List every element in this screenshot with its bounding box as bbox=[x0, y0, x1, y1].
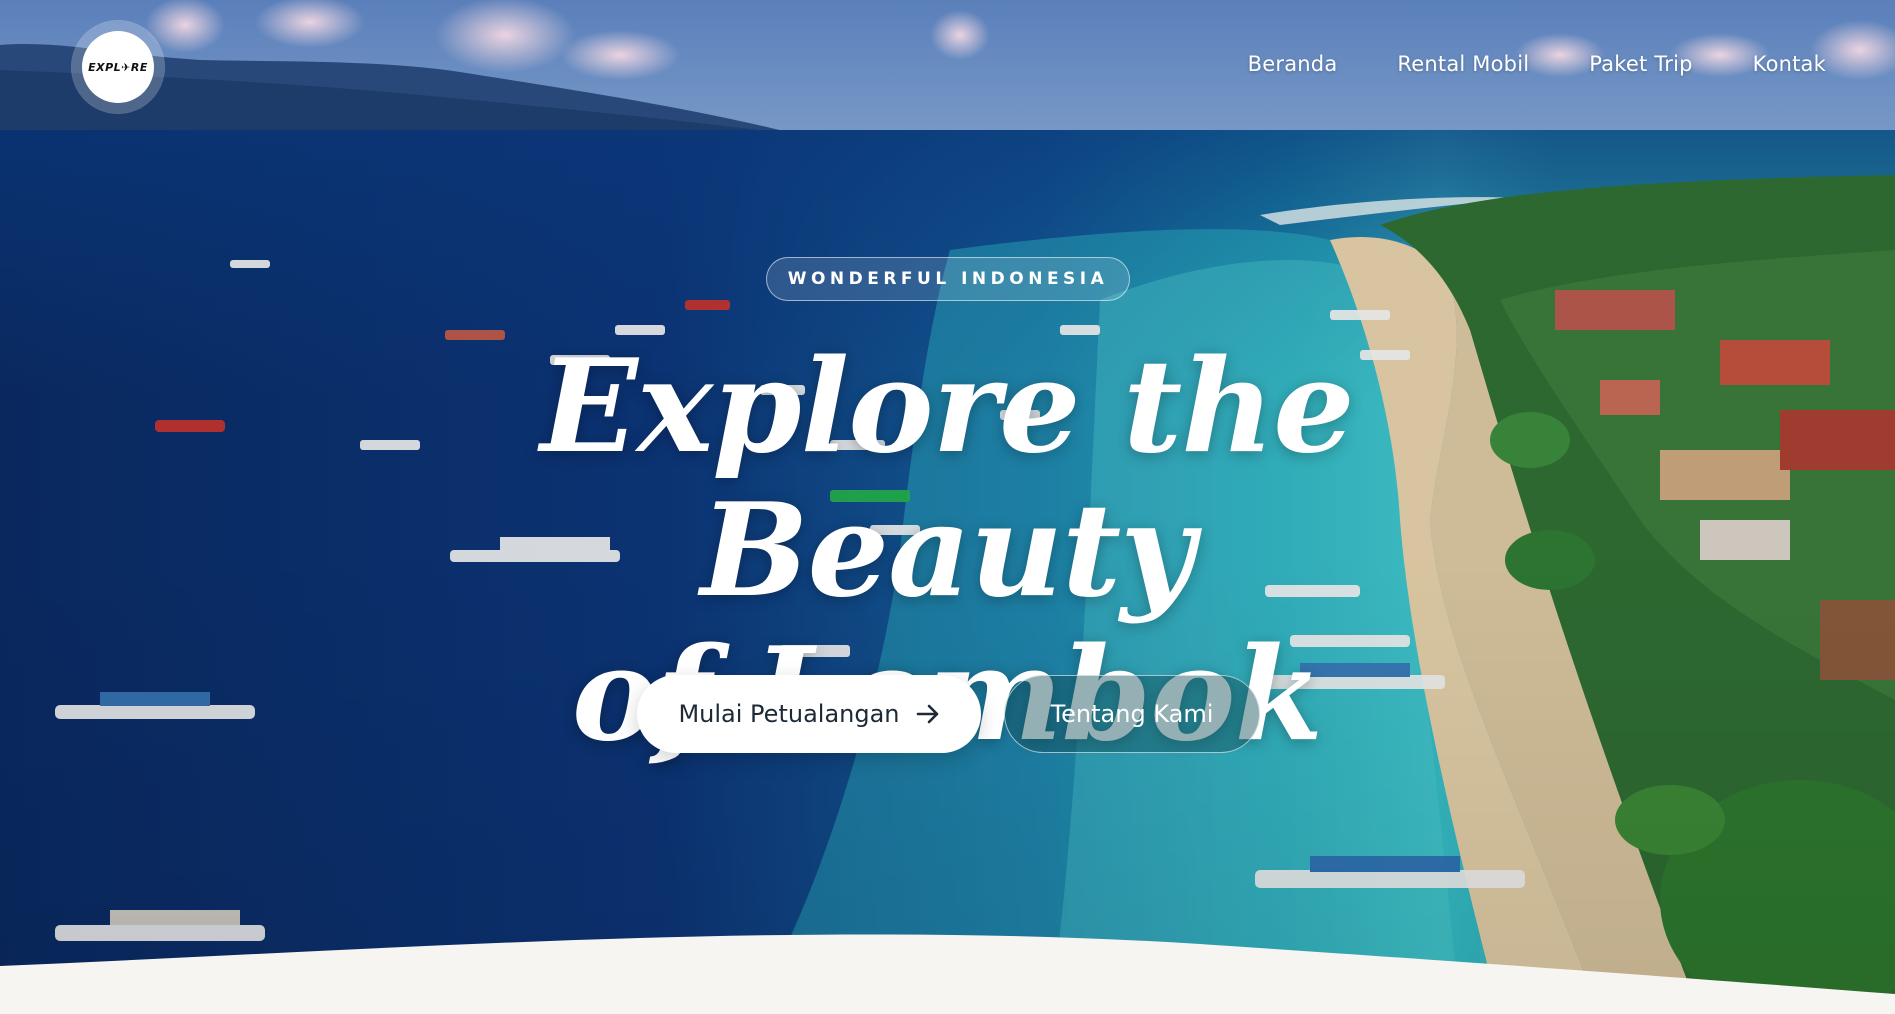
nav-link-rental-mobil[interactable]: Rental Mobil bbox=[1397, 52, 1529, 76]
hero-badge: WONDERFUL INDONESIA bbox=[766, 257, 1130, 301]
main-nav: Beranda Rental Mobil Paket Trip Kontak bbox=[1248, 52, 1826, 76]
start-adventure-label: Mulai Petualangan bbox=[678, 700, 900, 728]
logo-text: EXPL✈RE bbox=[88, 60, 148, 74]
nav-link-kontak[interactable]: Kontak bbox=[1753, 52, 1826, 76]
nav-link-paket-trip[interactable]: Paket Trip bbox=[1589, 52, 1692, 76]
arrow-right-icon bbox=[916, 704, 938, 724]
nav-link-beranda[interactable]: Beranda bbox=[1248, 52, 1338, 76]
start-adventure-button[interactable]: Mulai Petualangan bbox=[637, 675, 981, 753]
hero-wave-divider bbox=[0, 934, 1895, 1014]
about-us-button[interactable]: Tentang Kami bbox=[1004, 675, 1260, 753]
logo-badge: EXPL✈RE bbox=[82, 31, 154, 103]
about-us-label: Tentang Kami bbox=[1050, 700, 1214, 728]
hero-headline-line-1: Explore the Beauty bbox=[540, 332, 1354, 626]
brand-logo[interactable]: EXPL✈RE bbox=[72, 21, 164, 113]
